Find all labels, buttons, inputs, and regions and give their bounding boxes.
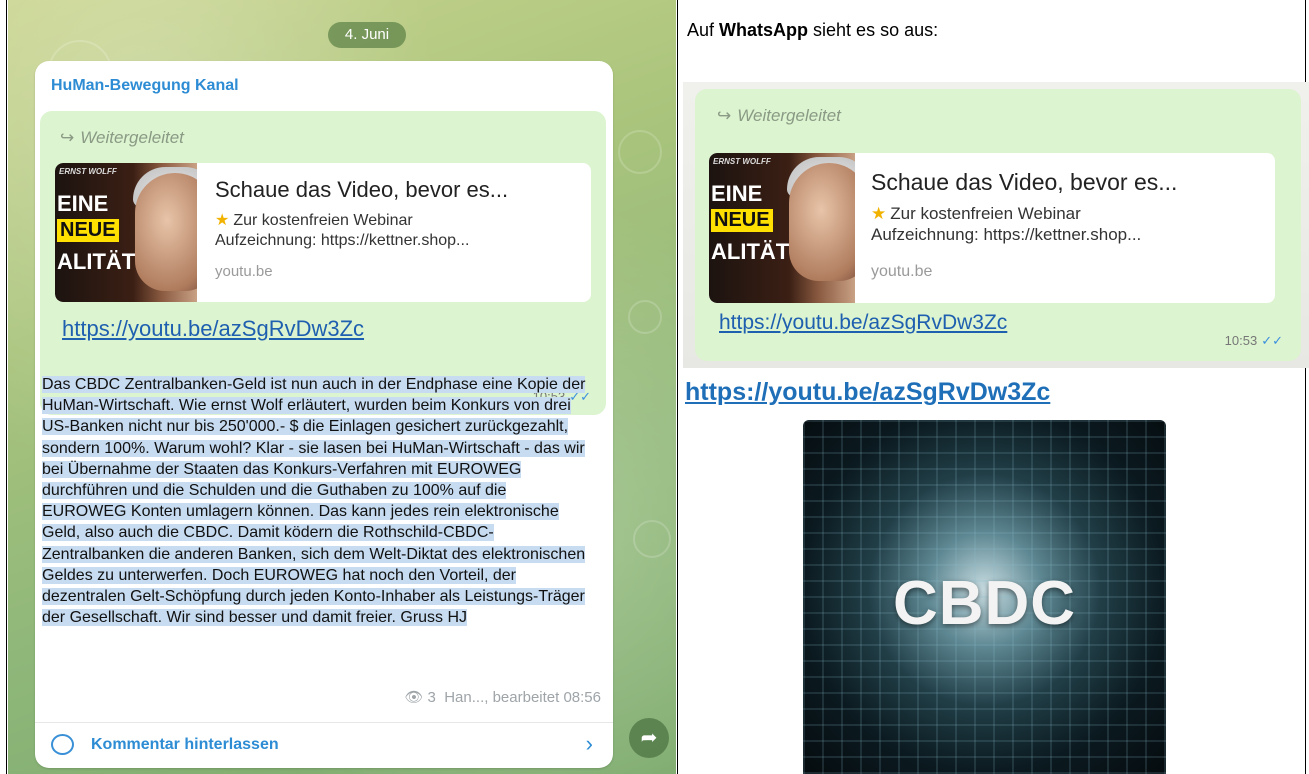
wa-thumbnail-caption-line2: NEUE [711, 209, 773, 232]
star-icon: ★ [215, 212, 230, 229]
wa-preview-desc-line1: Zur kostenfreien Webinar [890, 204, 1081, 223]
telegram-screenshot: 4. Juni HuMan-Bewegung Kanal ↪ Weitergele… [8, 0, 676, 774]
preview-title: Schaue das Video, bevor es... [215, 177, 509, 202]
wa-star-icon: ★ [871, 204, 887, 223]
cbdc-image: CBDC [803, 420, 1166, 774]
wa-link-preview[interactable]: ERNST WOLFF EINE NEUE ALITÄT Schaue das … [709, 153, 1275, 303]
forwarded-message-card: ↪ Weitergeleitet ERNST WOLFF EINE NEUE AL… [40, 111, 606, 415]
wa-preview-title: Schaue das Video, bevor es... [871, 169, 1178, 195]
video-link[interactable]: https://youtu.be/azSgRvDw3Zc [62, 316, 364, 342]
channel-message: HuMan-Bewegung Kanal ↪ Weitergeleitet ERN… [35, 61, 613, 768]
wa-thumbnail-caption-small: ERNST WOLFF [713, 157, 771, 166]
intro-prefix: Auf [687, 20, 720, 40]
wa-preview-description: ★ Zur kostenfreien Webinar Aufzeichnung: … [871, 203, 1271, 245]
wa-forward-arrow-icon: ↪ [717, 106, 732, 125]
wa-preview-domain: youtu.be [871, 263, 933, 280]
intro-suffix: sieht es so aus: [808, 20, 939, 40]
share-icon[interactable]: ➦ [629, 718, 669, 758]
thumbnail-caption-small: ERNST WOLFF [59, 167, 117, 176]
message-meta: 👁 3 Han..., bearbeitet 08:56 [404, 688, 601, 706]
column-divider [677, 0, 678, 774]
preview-domain: youtu.be [215, 263, 273, 280]
comment-button[interactable]: Kommentar hinterlassen › [35, 722, 613, 768]
wa-forwarded-label-text: Weitergeleitet [737, 106, 841, 125]
forwarded-label-text: Weitergeleitet [80, 128, 184, 147]
wa-message-time-text: 10:53 [1224, 333, 1258, 348]
comment-label: Kommentar hinterlassen [91, 736, 279, 753]
comment-bubble-icon [51, 734, 74, 755]
forward-arrow-icon: ↪ [60, 128, 75, 147]
whatsapp-forwarded-card: ↪ Weitergeleitet ERNST WOLFF EINE NEUE AL… [695, 89, 1301, 361]
intro-text: Auf WhatsApp sieht es so aus: [687, 20, 938, 41]
preview-desc-line1: Zur kostenfreien Webinar [233, 212, 413, 229]
wa-video-thumbnail[interactable]: ERNST WOLFF EINE NEUE ALITÄT [709, 153, 855, 303]
wa-double-check-icon: ✓✓ [1261, 333, 1283, 348]
message-body-text: Das CBDC Zentralbanken-Geld ist nun auch… [42, 376, 586, 627]
link-preview[interactable]: ERNST WOLFF EINE NEUE ALITÄT Schaue das … [55, 163, 591, 302]
forwarded-label: ↪ Weitergeleitet [60, 128, 184, 148]
author-edited: Han..., bearbeitet 08:56 [444, 689, 601, 706]
intro-whatsapp: WhatsApp [719, 20, 809, 40]
preview-desc-line2: Aufzeichnung: https://kettner.shop... [215, 232, 470, 249]
wa-thumbnail-caption-line3: ALITÄT [711, 239, 790, 264]
whatsapp-screenshot: ↪ Weitergeleitet ERNST WOLFF EINE NEUE AL… [683, 82, 1309, 368]
youtube-link[interactable]: https://youtu.be/azSgRvDw3Zc [685, 378, 1050, 407]
wa-video-link[interactable]: https://youtu.be/azSgRvDw3Zc [719, 311, 1007, 335]
view-count: 3 [427, 689, 436, 706]
right-column: Auf WhatsApp sieht es so aus: ↪ Weitergel… [679, 0, 1309, 774]
wa-thumbnail-face [789, 163, 855, 281]
channel-name[interactable]: HuMan-Bewegung Kanal [51, 77, 239, 95]
eye-icon: 👁 [404, 689, 424, 706]
preview-description: ★ Zur kostenfreien Webinar Aufzeichnung: … [215, 211, 585, 251]
cbdc-label: CBDC [892, 569, 1077, 638]
wa-preview-desc-line2: Aufzeichnung: https://kettner.shop... [871, 225, 1142, 244]
message-body: Das CBDC Zentralbanken-Geld ist nun auch… [42, 374, 595, 628]
thumbnail-face [135, 173, 197, 291]
wa-message-time: 10:53 ✓✓ [1225, 333, 1283, 349]
thumbnail-caption-line1: EINE [57, 191, 109, 216]
thumbnail-caption-line2: NEUE [57, 219, 119, 242]
video-thumbnail[interactable]: ERNST WOLFF EINE NEUE ALITÄT [55, 163, 197, 302]
date-pill: 4. Juni [328, 22, 406, 48]
chevron-right-icon: › [585, 731, 593, 756]
wa-forwarded-label: ↪ Weitergeleitet [717, 106, 841, 126]
thumbnail-caption-line3: ALITÄT [57, 249, 136, 274]
wa-thumbnail-caption-line1: EINE [711, 181, 763, 206]
